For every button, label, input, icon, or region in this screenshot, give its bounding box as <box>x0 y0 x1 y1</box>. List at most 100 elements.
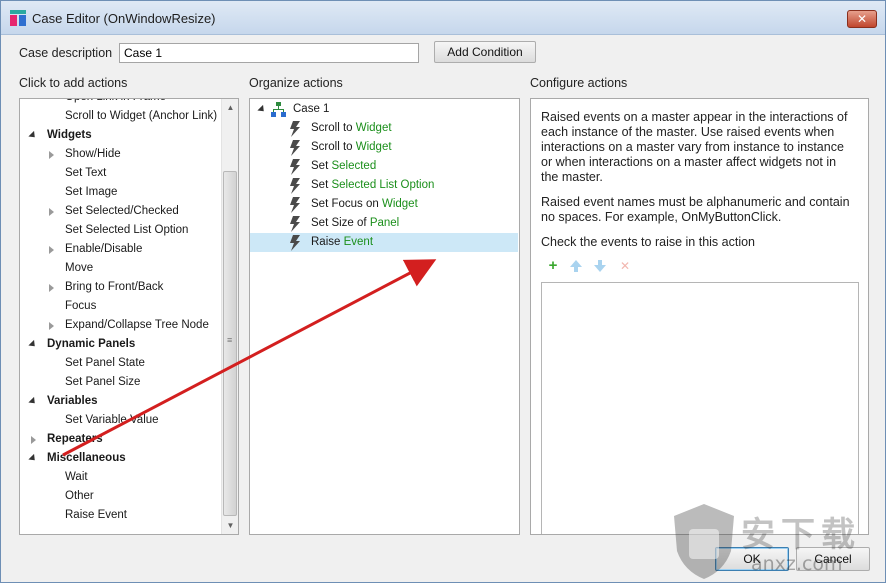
expand-triangle-icon[interactable] <box>28 453 38 464</box>
action-row-text: Scroll to Widget <box>311 119 392 138</box>
action-tree-item-label: Move <box>65 262 94 274</box>
action-row[interactable]: Set Selected List Option <box>250 176 518 195</box>
action-tree-item[interactable]: Set Selected/Checked <box>20 202 220 221</box>
action-tree-item-label: Raise Event <box>65 509 128 521</box>
action-tree-item[interactable]: Set Panel Size <box>20 373 220 392</box>
lightning-bolt-icon <box>290 235 300 251</box>
action-verb: Set <box>311 160 332 172</box>
action-tree-item[interactable]: Repeaters <box>20 430 220 449</box>
action-tree-item[interactable]: Wait <box>20 468 220 487</box>
action-tree-item[interactable]: Set Panel State <box>20 354 220 373</box>
expand-triangle-icon[interactable] <box>28 339 38 350</box>
expand-triangle-icon[interactable] <box>28 396 38 407</box>
configure-actions-panel: Raised events on a master appear in the … <box>530 98 869 535</box>
events-checklist[interactable] <box>541 282 859 534</box>
scrollbar-thumb[interactable]: ≡ <box>223 171 237 516</box>
action-tree-item-label: Bring to Front/Back <box>65 281 164 293</box>
lightning-bolt-icon <box>290 121 300 137</box>
action-target: Widget <box>355 141 392 153</box>
action-tree-item[interactable]: Scroll to Widget (Anchor Link) <box>20 107 220 126</box>
action-tree-item[interactable]: Bring to Front/Back <box>20 278 220 297</box>
action-tree-item[interactable]: Focus <box>20 297 220 316</box>
action-tree-item-label: Open Link in Frame <box>65 99 166 107</box>
action-tree-item[interactable]: Set Selected List Option <box>20 221 220 240</box>
action-target: Selected <box>331 160 377 172</box>
axure-app-icon <box>10 10 26 26</box>
expand-triangle-icon[interactable] <box>257 104 267 115</box>
organize-actions-panel: Case 1 Scroll to Widget Scroll to Widget S… <box>249 98 520 535</box>
action-target: Panel <box>369 217 400 229</box>
action-row[interactable]: Scroll to Widget <box>250 119 518 138</box>
action-target: Widget <box>381 198 418 210</box>
raised-events-naming-hint: Raised event names must be alphanumeric … <box>541 195 850 224</box>
action-row[interactable]: Raise Event <box>250 233 518 252</box>
delete-event-icon[interactable]: ✕ <box>617 258 633 274</box>
action-tree-item-label: Set Variable Value <box>65 414 159 426</box>
close-window-button[interactable]: ✕ <box>847 10 877 28</box>
action-row[interactable]: Set Selected <box>250 157 518 176</box>
check-events-instruction: Check the events to raise in this action <box>541 235 756 249</box>
case-description-input[interactable]: Case 1 <box>119 43 419 63</box>
lightning-bolt-icon <box>290 197 300 213</box>
collapse-triangle-icon[interactable] <box>49 246 54 254</box>
action-row[interactable]: Set Focus on Widget <box>250 195 518 214</box>
action-tree-item-label: Set Selected/Checked <box>65 205 179 217</box>
action-row-text: Set Size of Panel <box>311 214 399 233</box>
case-description-label: Case description <box>19 46 113 60</box>
scroll-down-arrow-icon[interactable]: ▼ <box>222 517 238 534</box>
lightning-bolt-icon <box>290 216 300 232</box>
action-row[interactable]: Set Size of Panel <box>250 214 518 233</box>
collapse-triangle-icon[interactable] <box>49 322 54 330</box>
collapse-triangle-icon[interactable] <box>49 151 54 159</box>
action-tree-item[interactable]: Expand/Collapse Tree Node <box>20 316 220 335</box>
scroll-up-arrow-icon[interactable]: ▲ <box>222 99 238 116</box>
action-tree-item[interactable]: Widgets <box>20 126 220 145</box>
grip-icon: ≡ <box>227 335 233 345</box>
ok-button[interactable]: OK <box>715 547 789 571</box>
action-tree-item[interactable]: Set Image <box>20 183 220 202</box>
case-editor-window: Case Editor (OnWindowResize) ✕ Case desc… <box>0 0 886 583</box>
action-row-text: Set Selected <box>311 157 376 176</box>
collapse-triangle-icon[interactable] <box>49 284 54 292</box>
lightning-bolt-icon <box>290 178 300 194</box>
actions-tree-scrollbar[interactable]: ▲ ≡ ▼ <box>221 99 238 534</box>
add-condition-button[interactable]: Add Condition <box>434 41 536 63</box>
action-tree-item[interactable]: Show/Hide <box>20 145 220 164</box>
action-tree-item[interactable]: Dynamic Panels <box>20 335 220 354</box>
move-down-icon[interactable] <box>592 258 608 274</box>
move-up-icon[interactable] <box>568 258 584 274</box>
actions-tree-panel: Open Link in Frame Scroll to Widget (Anch… <box>19 98 239 535</box>
action-tree-item[interactable]: Miscellaneous <box>20 449 220 468</box>
action-target: Event <box>343 236 374 248</box>
action-tree-item-label: Show/Hide <box>65 148 121 160</box>
action-tree-item-label: Other <box>65 490 94 502</box>
action-tree-item[interactable]: Other <box>20 487 220 506</box>
action-tree-item[interactable]: Open Link in Frame <box>20 99 220 107</box>
case-node[interactable]: Case 1 <box>250 100 518 119</box>
raised-events-description: Raised events on a master appear in the … <box>541 110 848 184</box>
action-target: Selected List Option <box>331 179 435 191</box>
action-tree-item[interactable]: Set Variable Value <box>20 411 220 430</box>
title-bar[interactable]: Case Editor (OnWindowResize) ✕ <box>1 1 885 35</box>
action-tree-item[interactable]: Set Text <box>20 164 220 183</box>
collapse-triangle-icon[interactable] <box>31 436 36 444</box>
action-tree-item-label: Dynamic Panels <box>47 338 136 350</box>
action-tree-item-label: Set Selected List Option <box>65 224 189 236</box>
action-tree-item-label: Set Panel Size <box>65 376 141 388</box>
action-tree-item[interactable]: Variables <box>20 392 220 411</box>
action-tree-item[interactable]: Enable/Disable <box>20 240 220 259</box>
action-row-text: Set Focus on Widget <box>311 195 418 214</box>
action-tree-item[interactable]: Move <box>20 259 220 278</box>
action-tree-item-label: Variables <box>47 395 98 407</box>
action-verb: Set Focus on <box>311 198 382 210</box>
case-tree-icon <box>271 102 286 117</box>
collapse-triangle-icon[interactable] <box>49 208 54 216</box>
action-tree-item-label: Miscellaneous <box>47 452 126 464</box>
action-row[interactable]: Scroll to Widget <box>250 138 518 157</box>
organize-actions-header: Organize actions <box>249 76 343 90</box>
cancel-button[interactable]: Cancel <box>796 547 870 571</box>
expand-triangle-icon[interactable] <box>28 130 38 141</box>
action-tree-item[interactable]: Raise Event <box>20 506 220 525</box>
add-event-icon[interactable]: + <box>545 258 561 274</box>
action-row-text: Raise Event <box>311 233 373 252</box>
